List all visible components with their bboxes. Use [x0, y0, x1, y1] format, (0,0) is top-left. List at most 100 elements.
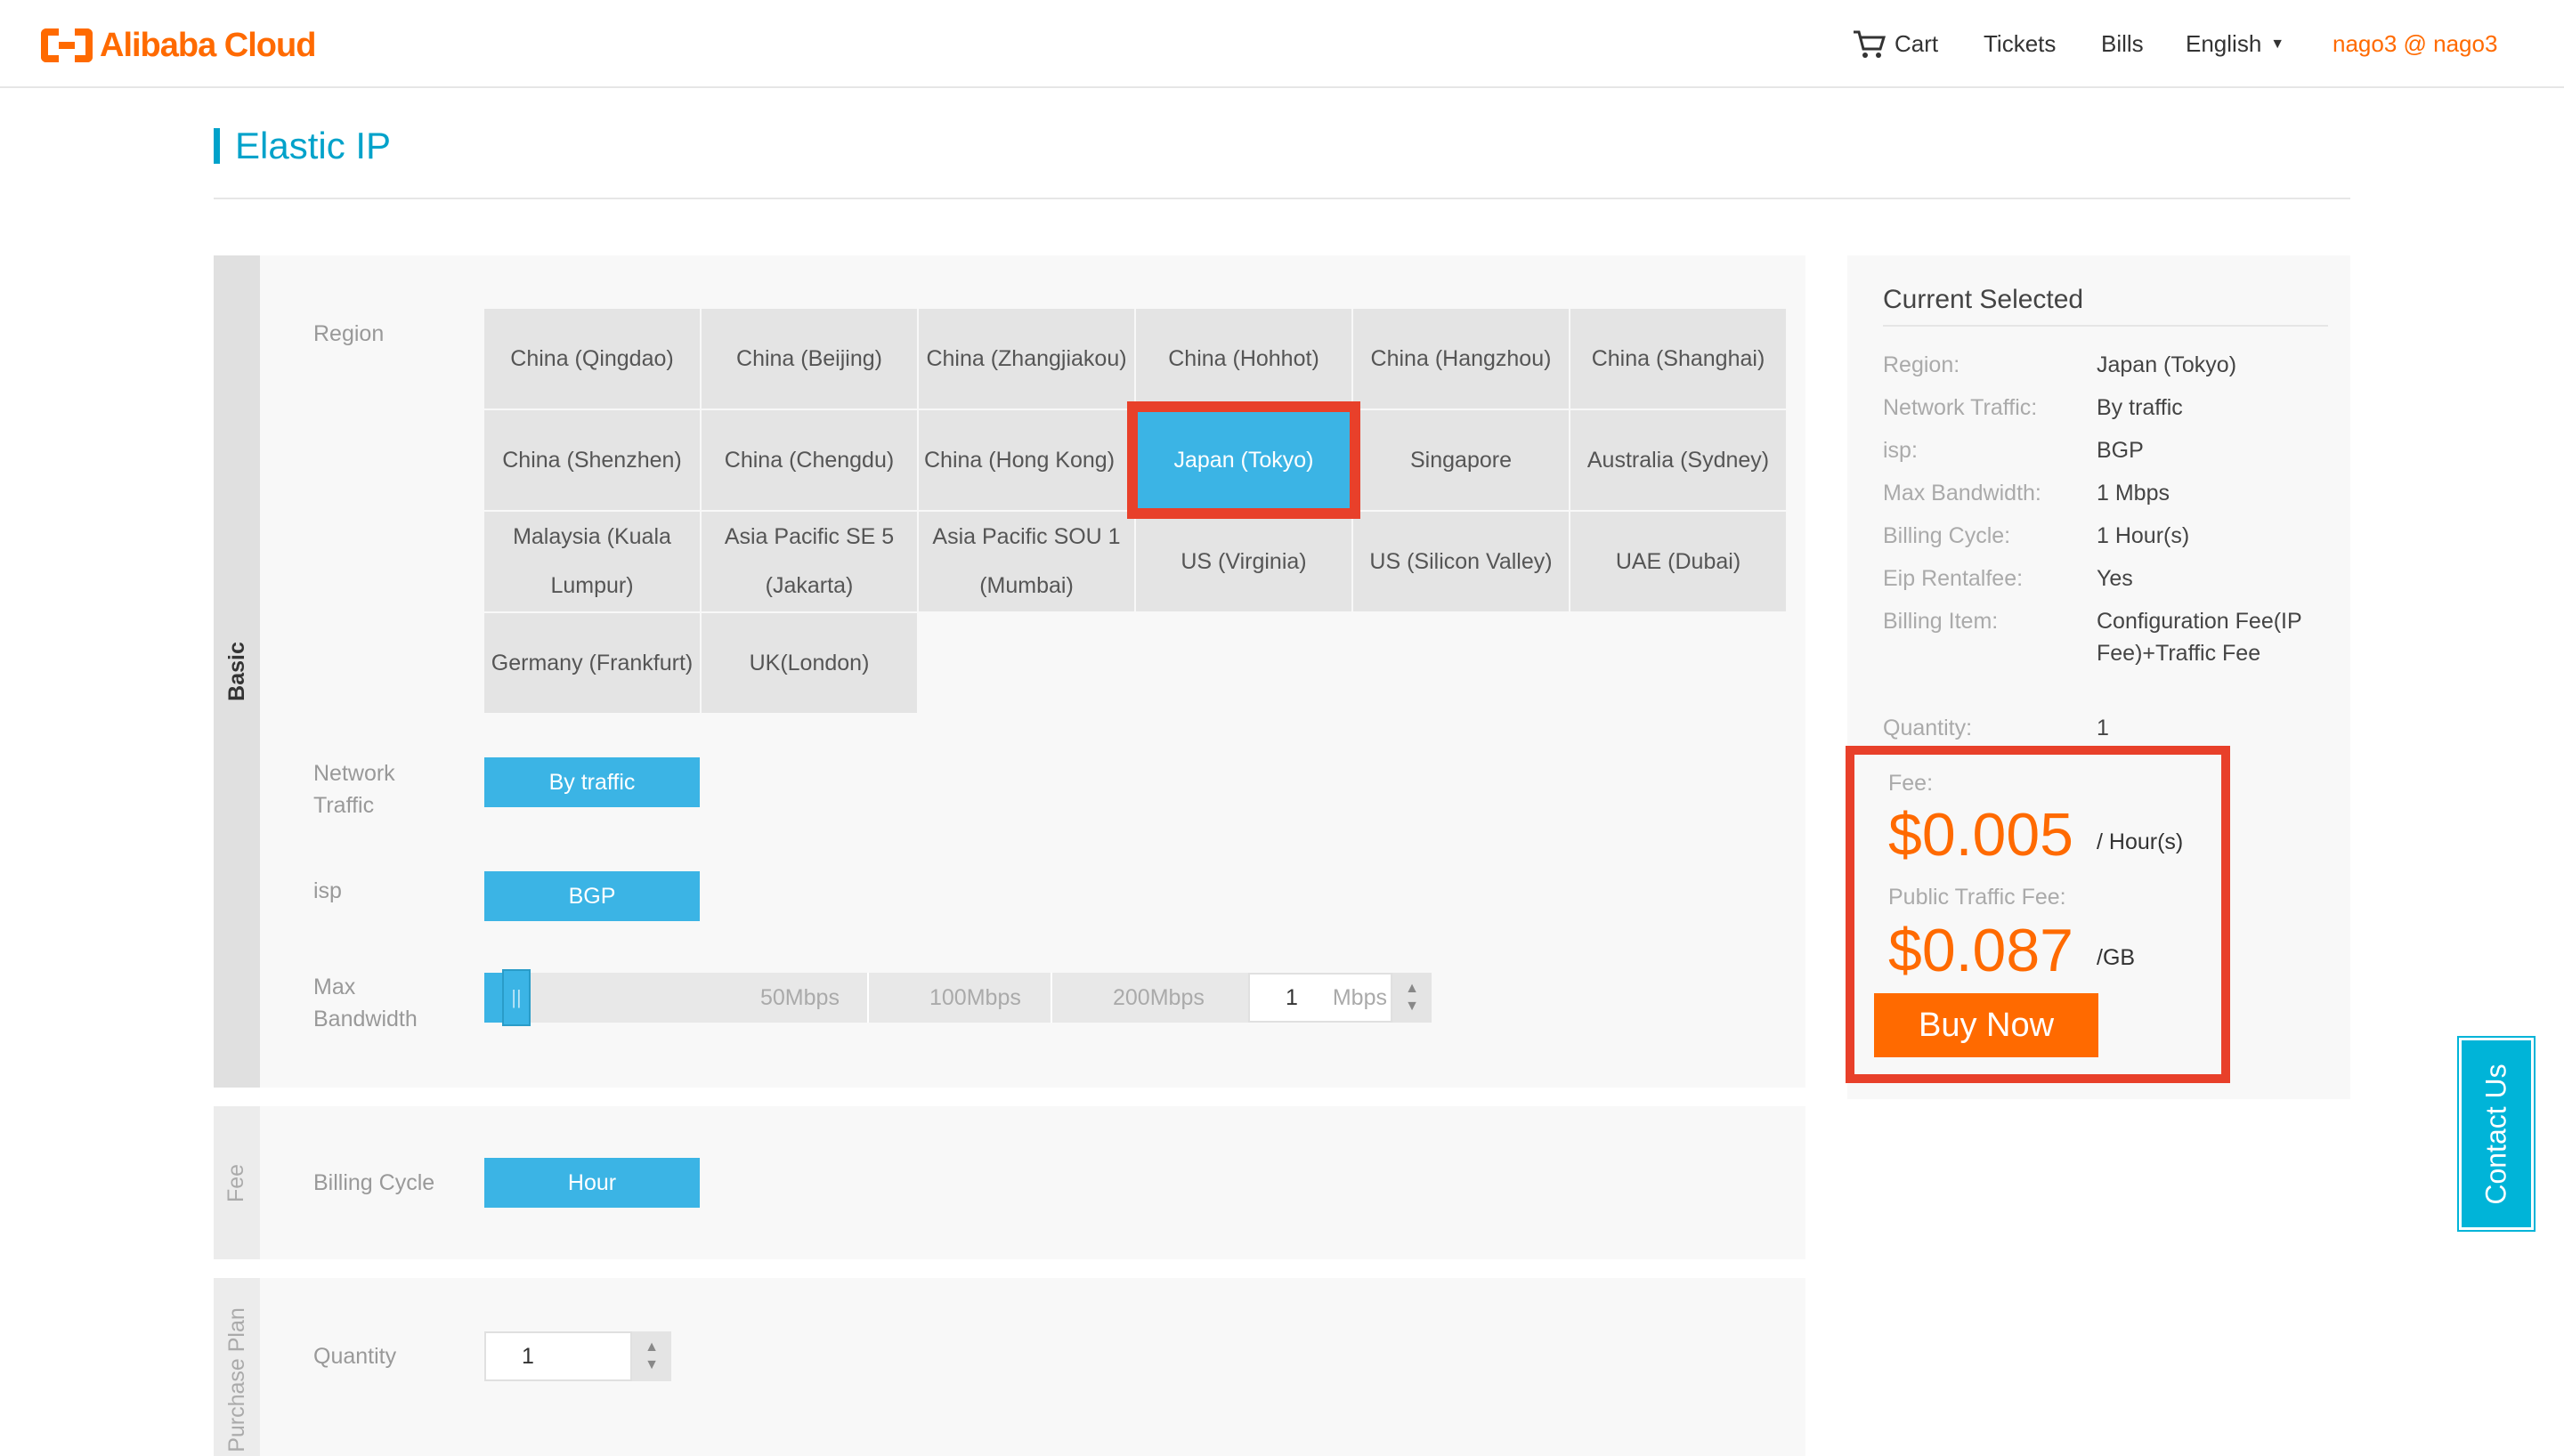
bandwidth-stepper[interactable]: ▲ ▼ — [1392, 973, 1432, 1023]
title-accent-bar — [214, 128, 220, 164]
region-option[interactable]: Singapore — [1353, 410, 1569, 510]
summary-key: Quantity: — [1883, 716, 1973, 740]
fee-section: Fee Billing Cycle Hour — [214, 1106, 1805, 1259]
purchase-plan-section-label: Purchase Plan — [223, 1307, 249, 1452]
isp-label: isp — [313, 878, 342, 903]
region-option[interactable]: UK(London) — [702, 613, 917, 713]
summary-key: Network Traffic: — [1883, 395, 2038, 420]
cart-link[interactable]: Cart — [1852, 0, 1938, 88]
purchase-plan-section-tab: Purchase Plan — [214, 1278, 260, 1456]
traffic-fee-label: Public Traffic Fee: — [1888, 885, 2066, 910]
cart-label: Cart — [1895, 30, 1939, 57]
fee-price: $0.005 — [1888, 801, 2073, 869]
summary-key: Billing Item: — [1883, 609, 1999, 634]
region-option[interactable]: Germany (Frankfurt) — [484, 613, 700, 713]
hour-button[interactable]: Hour — [484, 1158, 700, 1208]
alibaba-logo-icon — [41, 28, 93, 62]
region-option[interactable]: China (Chengdu) — [702, 410, 917, 510]
summary-row: Network Traffic: By traffic — [1883, 392, 2328, 424]
quantity-label: Quantity — [313, 1344, 397, 1369]
summary-key: Eip Rentalfee: — [1883, 566, 2024, 591]
region-option[interactable]: China (Shanghai) — [1570, 309, 1786, 408]
slider-tick-label: 50Mbps — [760, 984, 840, 1010]
region-option-selected[interactable]: Japan (Tokyo) — [1127, 401, 1360, 519]
summary-value: 1 Hour(s) — [2097, 523, 2190, 548]
region-label: Region — [313, 321, 385, 346]
contact-us-label: Contact Us — [2479, 1063, 2512, 1205]
slider-fill — [484, 973, 502, 1023]
logo-text: Alibaba Cloud — [100, 26, 316, 64]
page-title: Elastic IP — [235, 125, 392, 166]
bandwidth-input[interactable]: 1 Mbps — [1248, 973, 1392, 1023]
region-option[interactable]: China (Qingdao) — [484, 309, 700, 408]
summary-value: Japan (Tokyo) — [2097, 352, 2237, 377]
fee-label: Fee: — [1888, 771, 1934, 796]
page-header: Elastic IP — [214, 125, 2350, 199]
contact-us-tab[interactable]: Contact Us — [2457, 1036, 2536, 1232]
region-option[interactable]: Australia (Sydney) — [1570, 410, 1786, 510]
top-navigation-bar: Alibaba Cloud Cart Tickets Bills English… — [0, 0, 2564, 88]
region-option[interactable]: China (Hangzhou) — [1353, 309, 1569, 408]
basic-section: Basic Region China (Qingdao) China (Beij… — [214, 255, 1805, 1088]
summary-row: isp: BGP — [1883, 434, 2328, 466]
language-dropdown[interactable]: English ▼ — [2186, 0, 2284, 88]
chevron-down-icon[interactable]: ▼ — [1405, 998, 1419, 1015]
fee-section-tab: Fee — [214, 1106, 260, 1259]
slider-handle[interactable]: || — [502, 969, 531, 1026]
cart-icon — [1854, 30, 1886, 58]
region-option[interactable]: Malaysia (Kuala Lumpur) — [484, 512, 700, 611]
summary-row: Quantity: 1 — [1883, 712, 2328, 744]
chevron-down-icon[interactable]: ▼ — [645, 1356, 659, 1374]
purchase-plan-section: Purchase Plan Quantity 1 ▲ ▼ — [214, 1278, 1805, 1456]
summary-value: 1 — [2097, 716, 2109, 740]
region-option[interactable]: US (Silicon Valley) — [1353, 512, 1569, 611]
summary-key: Max Bandwidth: — [1883, 481, 2041, 506]
slider-tick-label: 200Mbps — [1113, 984, 1205, 1010]
slider-tick-separator — [867, 973, 869, 1023]
traffic-fee-price: $0.087 — [1888, 917, 2073, 984]
basic-section-tab: Basic — [214, 255, 260, 1088]
by-traffic-button[interactable]: By traffic — [484, 757, 700, 807]
tickets-link[interactable]: Tickets — [1984, 0, 2056, 88]
region-option[interactable]: China (Shenzhen) — [484, 410, 700, 510]
language-label: English — [2186, 30, 2262, 57]
fee-highlight-box: Fee: $0.005 / Hour(s) Public Traffic Fee… — [1846, 746, 2230, 1083]
basic-section-label: Basic — [223, 642, 249, 701]
max-bandwidth-label: Max Bandwidth — [313, 975, 418, 1031]
region-option[interactable]: UAE (Dubai) — [1570, 512, 1786, 611]
slider-tick-label: 100Mbps — [929, 984, 1021, 1010]
summary-value: 1 Mbps — [2097, 481, 2170, 506]
user-account-link[interactable]: nago3 @ nago3 — [2333, 0, 2497, 88]
bandwidth-unit: Mbps — [1332, 984, 1387, 1010]
summary-key: Billing Cycle: — [1883, 523, 2011, 548]
billing-cycle-label: Billing Cycle — [313, 1170, 435, 1195]
region-option[interactable]: US (Virginia) — [1136, 512, 1351, 611]
summary-row: Billing Item: Configuration Fee(IP Fee)+… — [1883, 605, 2328, 669]
alibaba-cloud-logo[interactable]: Alibaba Cloud — [41, 23, 316, 68]
summary-row: Billing Cycle: 1 Hour(s) — [1883, 520, 2328, 552]
region-option[interactable]: China (Hong Kong) — [919, 410, 1134, 510]
summary-value: By traffic — [2097, 395, 2183, 420]
summary-row: Region: Japan (Tokyo) — [1883, 349, 2328, 381]
buy-now-button[interactable]: Buy Now — [1874, 993, 2098, 1057]
quantity-input[interactable]: 1 — [484, 1331, 632, 1381]
bills-link[interactable]: Bills — [2101, 0, 2144, 88]
slider-tick-separator — [1051, 973, 1052, 1023]
summary-key: Region: — [1883, 352, 1960, 377]
chevron-up-icon[interactable]: ▲ — [645, 1339, 659, 1356]
bgp-button[interactable]: BGP — [484, 871, 700, 921]
region-option[interactable]: China (Beijing) — [702, 309, 917, 408]
summary-key: isp: — [1883, 438, 1918, 463]
region-option[interactable]: China (Hohhot) — [1136, 309, 1351, 408]
summary-row: Eip Rentalfee: Yes — [1883, 562, 2328, 595]
quantity-stepper[interactable]: ▲ ▼ — [632, 1331, 671, 1381]
summary-value: Yes — [2097, 566, 2133, 591]
region-option[interactable]: Asia Pacific SE 5 (Jakarta) — [702, 512, 917, 611]
region-option[interactable]: China (Zhangjiakou) — [919, 309, 1134, 408]
traffic-fee-unit: /GB — [2097, 945, 2136, 970]
chevron-up-icon[interactable]: ▲ — [1405, 980, 1419, 998]
summary-title: Current Selected — [1883, 273, 2328, 327]
summary-row: Max Bandwidth: 1 Mbps — [1883, 477, 2328, 509]
region-grid: China (Qingdao) China (Beijing) China (Z… — [484, 309, 1786, 713]
region-option[interactable]: Asia Pacific SOU 1 (Mumbai) — [919, 512, 1134, 611]
